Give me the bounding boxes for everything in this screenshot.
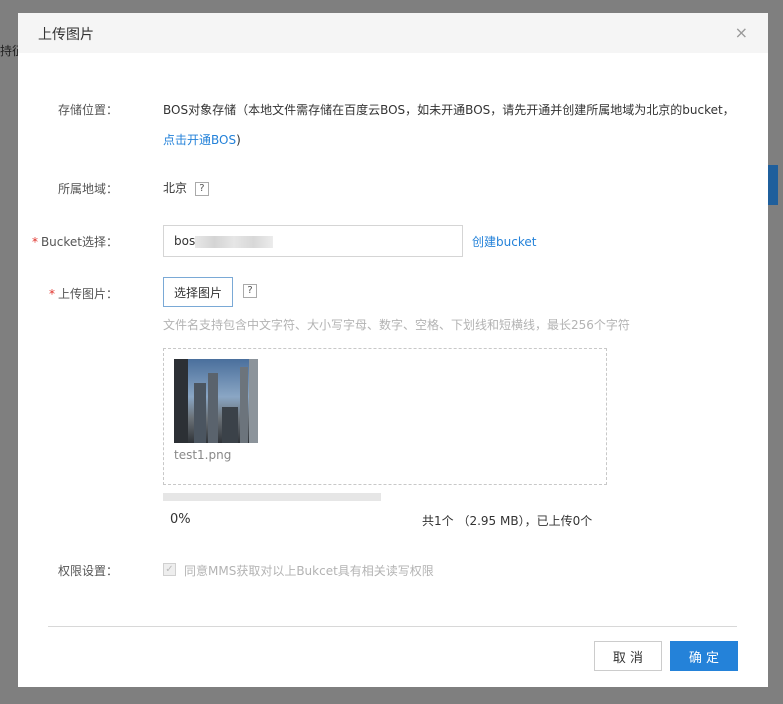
upload-help-icon[interactable]: ? xyxy=(243,284,257,298)
storage-link-line: 点击开通BOS) xyxy=(163,131,241,148)
permission-checkbox-label: 同意MMS获取对以上Bukcet具有相关读写权限 xyxy=(184,564,434,578)
permission-checkbox[interactable]: ✓ xyxy=(163,563,176,576)
upload-label: * 上传图片： xyxy=(18,285,118,302)
region-value-group: 北京 ? xyxy=(163,179,209,196)
redacted-bucket-name xyxy=(195,236,273,248)
required-mark: * xyxy=(31,235,38,249)
bucket-label-text: Bucket选择： xyxy=(40,235,118,249)
dialog-title: 上传图片 xyxy=(38,27,94,43)
region-value: 北京 xyxy=(163,181,188,195)
close-icon[interactable]: × xyxy=(735,23,748,43)
thumbnail-filename: test1.png xyxy=(174,448,232,462)
confirm-button[interactable]: 确 定 xyxy=(670,641,738,671)
image-thumbnail[interactable] xyxy=(174,359,258,443)
permission-label: 权限设置： xyxy=(57,564,118,578)
create-bucket-link[interactable]: 创建bucket xyxy=(472,233,536,250)
open-bos-link[interactable]: 点击开通BOS xyxy=(163,133,236,147)
upload-label-text: 上传图片： xyxy=(57,287,118,301)
region-help-icon[interactable]: ? xyxy=(194,181,209,196)
footer-divider xyxy=(48,626,737,627)
dialog-header: 上传图片 × xyxy=(18,13,768,53)
upload-percent: 0% xyxy=(170,512,191,527)
filename-hint: 文件名支持包含中文字符、大小写字母、数字、空格、下划线和短横线，最长256个字符 xyxy=(163,318,630,332)
upload-progress-bar xyxy=(163,493,381,501)
upload-image-dialog: 上传图片 × 存储位置： BOS对象存储（本地文件需存储在百度云BOS，如未开通… xyxy=(18,13,768,687)
storage-description: BOS对象存储（本地文件需存储在百度云BOS，如未开通BOS，请先开通并创建所属… xyxy=(163,103,735,117)
cancel-button[interactable]: 取 消 xyxy=(594,641,662,671)
background-blue-bar xyxy=(768,165,778,205)
required-mark: * xyxy=(48,287,55,301)
bucket-input-value: bos xyxy=(174,234,196,248)
storage-label: 存储位置： xyxy=(57,103,118,117)
upload-drop-area[interactable]: test1.png xyxy=(163,348,607,485)
upload-summary: 共1个 （2.95 MB），已上传0个 xyxy=(422,514,593,528)
region-label: 所属地域： xyxy=(57,182,118,196)
storage-close-paren: ) xyxy=(236,133,241,147)
choose-image-button[interactable]: 选择图片 xyxy=(163,277,233,307)
bucket-label: * Bucket选择： xyxy=(18,233,118,250)
